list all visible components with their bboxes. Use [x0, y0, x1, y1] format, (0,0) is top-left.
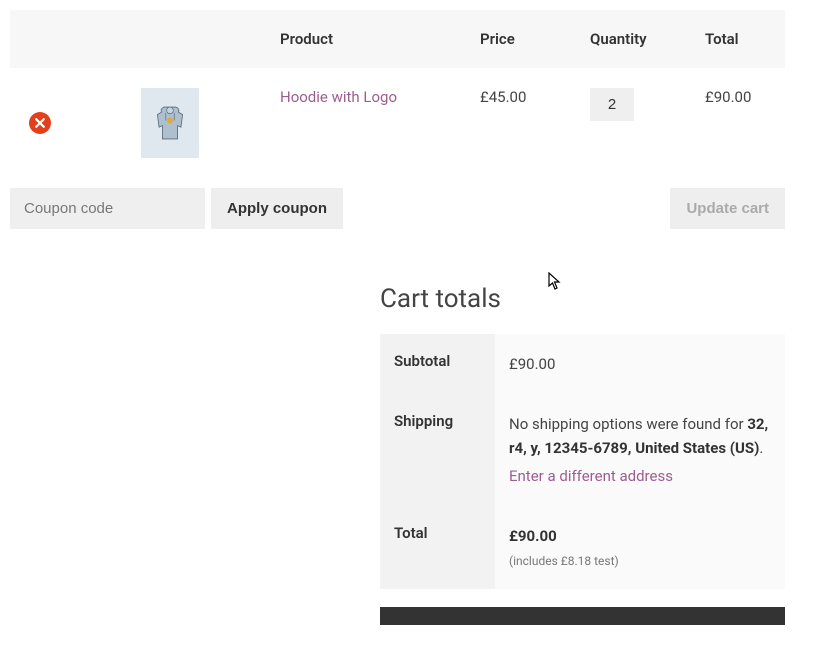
hoodie-icon	[149, 102, 191, 144]
product-thumbnail[interactable]	[141, 88, 199, 158]
subtotal-value: £90.00	[495, 334, 785, 394]
cart-totals: Cart totals Subtotal £90.00 Shipping No …	[380, 284, 785, 589]
shipping-text-prefix: No shipping options were found for	[509, 415, 747, 433]
enter-different-address-link[interactable]: Enter a different address	[509, 464, 673, 488]
cart-table: Product Price Quantity Total	[10, 10, 785, 178]
total-value: £90.00	[509, 527, 557, 545]
cart-totals-title: Cart totals	[380, 284, 785, 314]
quantity-input[interactable]	[590, 88, 634, 121]
shipping-value: No shipping options were found for 32, r…	[495, 394, 785, 506]
header-quantity: Quantity	[580, 10, 695, 68]
cart-row: Hoodie with Logo £45.00 £90.00	[10, 68, 785, 178]
close-icon	[34, 117, 46, 129]
header-total: Total	[695, 10, 785, 68]
item-total: £90.00	[695, 68, 785, 178]
header-product: Product	[270, 10, 470, 68]
total-label: Total	[380, 506, 495, 589]
subtotal-label: Subtotal	[380, 334, 495, 394]
includes-tax: (includes £8.18 test)	[509, 552, 771, 571]
totals-table: Subtotal £90.00 Shipping No shipping opt…	[380, 334, 785, 589]
checkout-button-edge[interactable]	[380, 607, 785, 625]
cart-actions: Apply coupon Update cart	[10, 188, 785, 229]
coupon-code-input[interactable]	[10, 188, 205, 229]
shipping-label: Shipping	[380, 394, 495, 506]
header-price: Price	[470, 10, 580, 68]
shipping-text-suffix: .	[759, 439, 763, 457]
item-price: £45.00	[470, 68, 580, 178]
update-cart-button[interactable]: Update cart	[670, 188, 785, 229]
product-name-link[interactable]: Hoodie with Logo	[280, 88, 397, 106]
apply-coupon-button[interactable]: Apply coupon	[211, 188, 343, 229]
remove-item-button[interactable]	[29, 112, 51, 134]
